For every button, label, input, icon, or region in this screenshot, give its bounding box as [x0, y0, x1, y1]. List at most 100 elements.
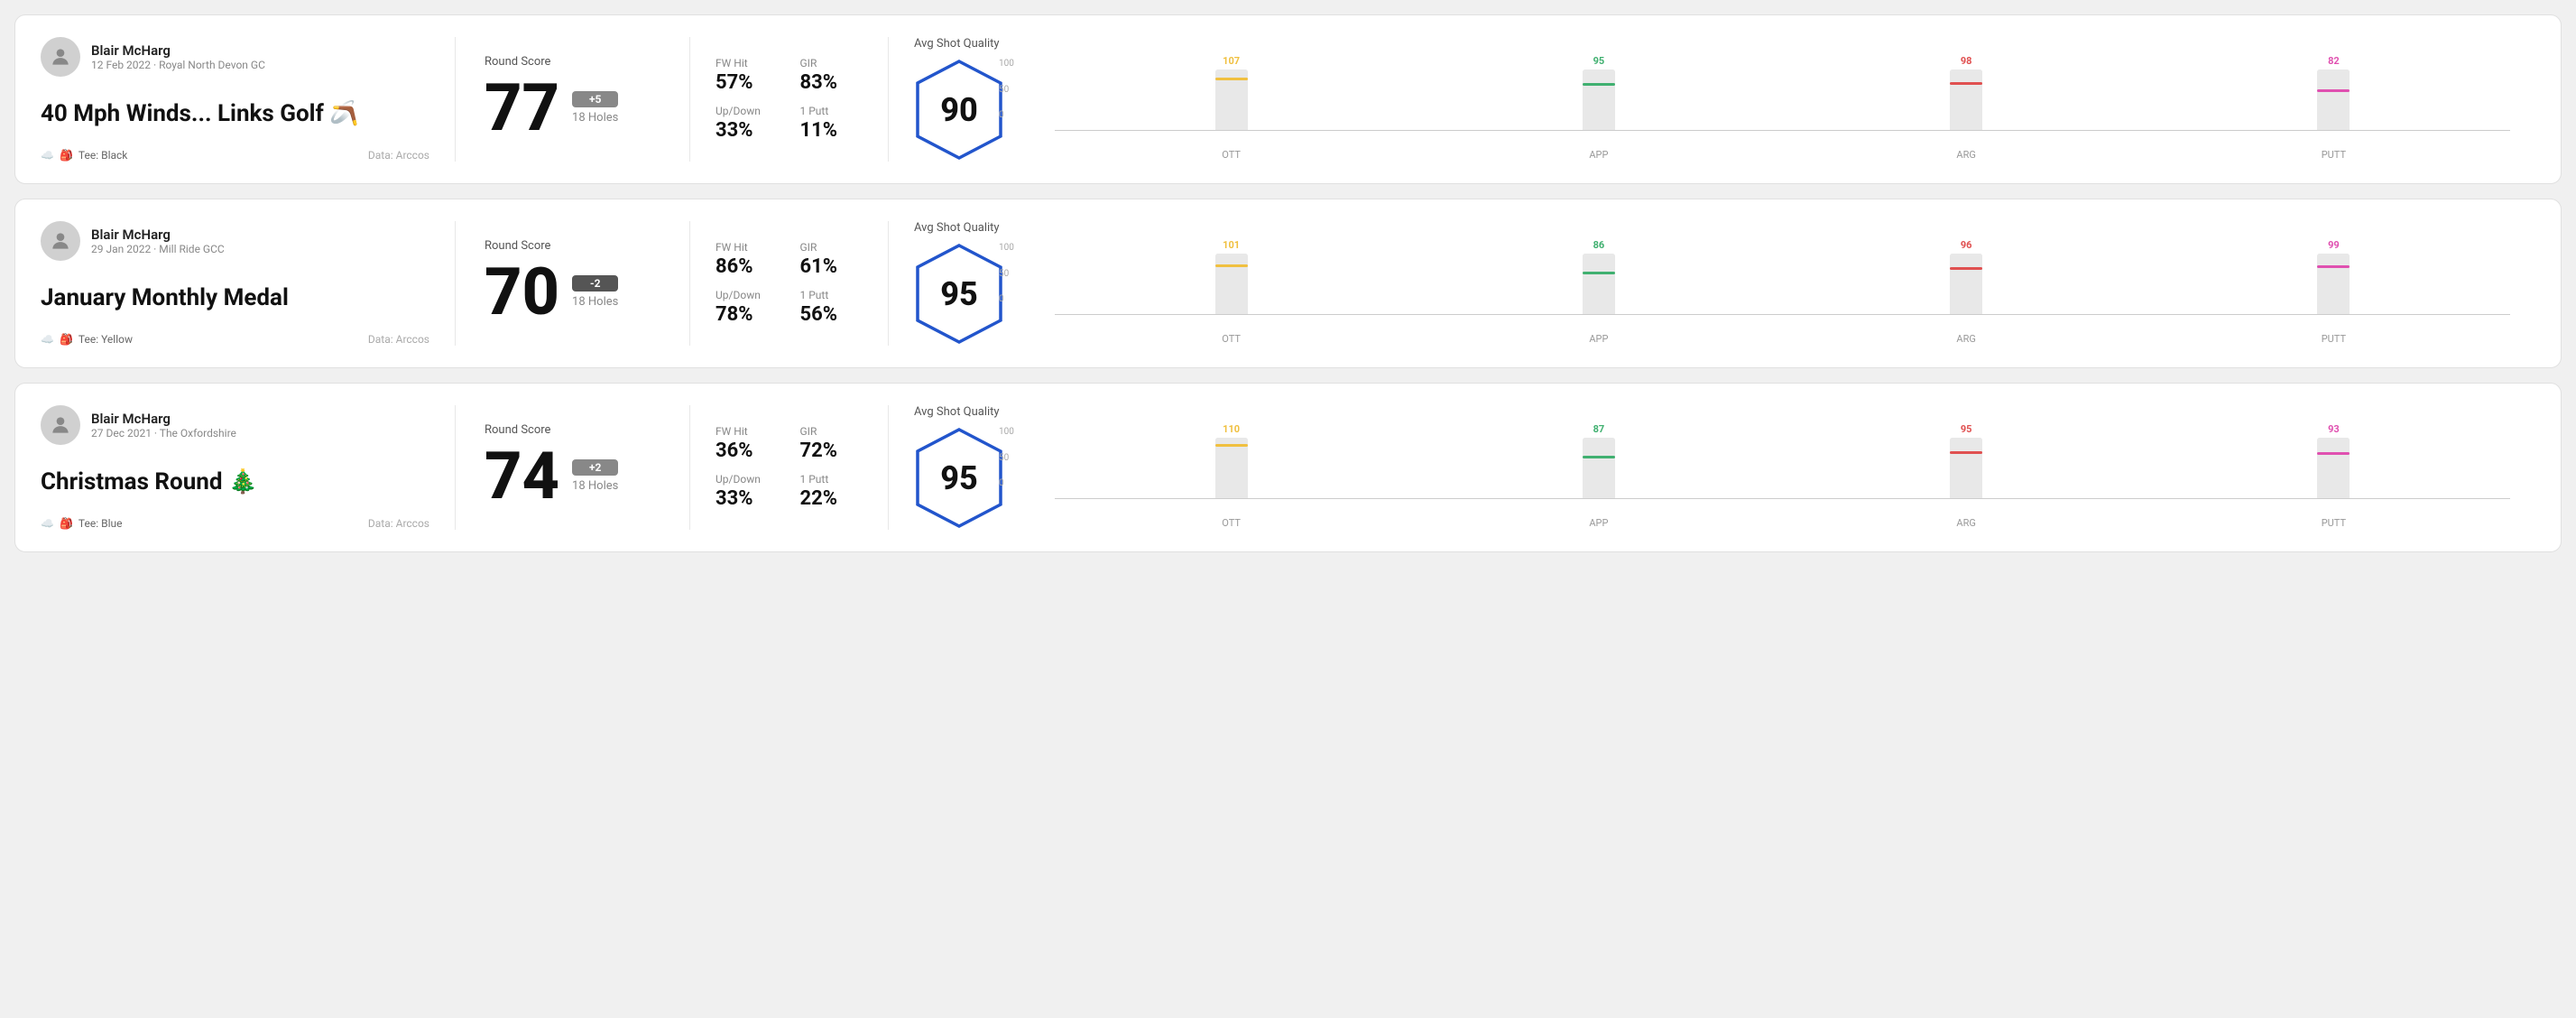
updown-stat: Up/Down 33% — [716, 105, 779, 142]
bar-line — [1215, 78, 1248, 80]
bar-value-label: 98 — [1961, 55, 1972, 67]
tee-label: Tee: Yellow — [78, 333, 133, 346]
card-left-section: Blair McHarg 27 Dec 2021 · The Oxfordshi… — [41, 405, 456, 530]
oneputt-stat: 1 Putt 56% — [800, 289, 863, 326]
stats-grid: FW Hit 57% GIR 83% Up/Down 33% 1 Putt 11… — [716, 57, 863, 142]
bar-axis-label: OTT — [1055, 517, 1408, 529]
golf-bag-icon: 🎒 — [60, 517, 73, 530]
updown-value: 78% — [716, 303, 779, 326]
tee-label: Tee: Blue — [78, 517, 123, 530]
bar-group-putt: 99 — [2157, 239, 2510, 315]
bar-group-putt: 93 — [2157, 423, 2510, 499]
score-diff-badge: -2 — [572, 275, 618, 292]
bar-line — [1583, 272, 1615, 274]
score-diff-badge: +5 — [572, 91, 618, 107]
player-name: Blair McHarg — [91, 42, 265, 59]
weather-icon: ☁️ — [41, 149, 54, 162]
card-quality-section: Avg Shot Quality 95100500101869699OTTAPP… — [889, 221, 2535, 346]
card-footer: ☁️ 🎒 Tee: Yellow Data: Arccos — [41, 333, 429, 346]
card-stats-section: FW Hit 57% GIR 83% Up/Down 33% 1 Putt 11… — [690, 37, 889, 162]
round-title: Christmas Round 🎄 — [41, 468, 429, 495]
score-number: 74 — [485, 444, 559, 509]
hexagon-container: 95 — [914, 242, 1004, 346]
bar-line — [2317, 452, 2350, 455]
data-source: Data: Arccos — [368, 517, 429, 530]
data-source: Data: Arccos — [368, 149, 429, 162]
gir-value: 72% — [800, 440, 863, 462]
gir-value: 83% — [800, 71, 863, 94]
gir-label: GIR — [800, 425, 863, 438]
avg-shot-quality-label: Avg Shot Quality — [914, 37, 2510, 51]
data-source: Data: Arccos — [368, 333, 429, 346]
tee-info: ☁️ 🎒 Tee: Yellow — [41, 333, 133, 346]
round-date: 29 Jan 2022 · Mill Ride GCC — [91, 243, 225, 255]
tee-label: Tee: Black — [78, 149, 127, 162]
bar-axis-label: PUTT — [2157, 517, 2510, 529]
stats-grid: FW Hit 86% GIR 61% Up/Down 78% 1 Putt 56… — [716, 241, 863, 326]
holes-label: 18 Holes — [572, 111, 618, 125]
user-icon — [49, 413, 72, 437]
bar-axis-label: ARG — [1790, 333, 2143, 345]
bar-group-ott: 101 — [1055, 239, 1408, 315]
oneputt-label: 1 Putt — [800, 289, 863, 301]
round-title: January Monthly Medal — [41, 284, 429, 311]
oneputt-value: 56% — [800, 303, 863, 326]
avatar — [41, 221, 80, 261]
bar-value-label: 96 — [1961, 239, 1972, 251]
card-quality-section: Avg Shot Quality 90100500107959882OTTAPP… — [889, 37, 2535, 162]
round-score-label: Round Score — [485, 239, 660, 253]
golf-bag-icon: 🎒 — [60, 333, 73, 346]
bar-axis-label: OTT — [1055, 149, 1408, 161]
score-details: -2 18 Holes — [572, 275, 618, 309]
bar-group-arg: 96 — [1790, 239, 2143, 315]
bar-axis-label: OTT — [1055, 333, 1408, 345]
card-quality-section: Avg Shot Quality 95100500110879593OTTAPP… — [889, 405, 2535, 530]
card-score-section: Round Score70 -2 18 Holes — [456, 221, 690, 346]
hexagon-container: 90 — [914, 58, 1004, 162]
bar-line — [2317, 89, 2350, 92]
score-row: 77 +5 18 Holes — [485, 76, 660, 141]
weather-icon: ☁️ — [41, 333, 54, 346]
fw-hit-label: FW Hit — [716, 241, 779, 254]
card-header-info: Blair McHarg 12 Feb 2022 · Royal North D… — [91, 42, 265, 71]
bar-line — [1583, 83, 1615, 86]
hexagon-container: 95 — [914, 426, 1004, 530]
weather-icon: ☁️ — [41, 517, 54, 530]
oneputt-stat: 1 Putt 11% — [800, 105, 863, 142]
bar-axis-label: APP — [1422, 333, 1775, 345]
bar-group-app: 86 — [1422, 239, 1775, 315]
updown-label: Up/Down — [716, 473, 779, 486]
score-details: +2 18 Holes — [572, 459, 618, 493]
card-stats-section: FW Hit 86% GIR 61% Up/Down 78% 1 Putt 56… — [690, 221, 889, 346]
hexagon: 90 — [914, 58, 1004, 162]
updown-stat: Up/Down 78% — [716, 289, 779, 326]
bar-value-label: 107 — [1223, 55, 1240, 67]
bar-line — [1950, 267, 1982, 270]
bar-value-label: 95 — [1593, 55, 1605, 67]
bar-line — [1950, 82, 1982, 85]
round-title: 40 Mph Winds... Links Golf 🪃 — [41, 100, 429, 127]
score-row: 74 +2 18 Holes — [485, 444, 660, 509]
updown-label: Up/Down — [716, 289, 779, 301]
score-number: 77 — [485, 76, 559, 141]
score-diff-badge: +2 — [572, 459, 618, 476]
round-card: Blair McHarg 29 Jan 2022 · Mill Ride GCC… — [14, 199, 2562, 368]
bar-group-arg: 98 — [1790, 55, 2143, 131]
round-date: 27 Dec 2021 · The Oxfordshire — [91, 427, 236, 440]
fw-hit-stat: FW Hit 86% — [716, 241, 779, 278]
bar-value-label: 99 — [2328, 239, 2340, 251]
card-score-section: Round Score77 +5 18 Holes — [456, 37, 690, 162]
oneputt-label: 1 Putt — [800, 105, 863, 117]
player-name: Blair McHarg — [91, 411, 236, 427]
bar-value-label: 86 — [1593, 239, 1605, 251]
bar-value-label: 82 — [2328, 55, 2340, 67]
bar-chart: 100500101869699OTTAPPARGPUTT — [1026, 243, 2510, 345]
round-score-label: Round Score — [485, 423, 660, 437]
bar-line — [2317, 265, 2350, 268]
bar-group-ott: 107 — [1055, 55, 1408, 131]
bar-group-arg: 95 — [1790, 423, 2143, 499]
bar-group-app: 87 — [1422, 423, 1775, 499]
card-header-info: Blair McHarg 27 Dec 2021 · The Oxfordshi… — [91, 411, 236, 440]
user-icon — [49, 45, 72, 69]
bar-value-label: 87 — [1593, 423, 1605, 435]
